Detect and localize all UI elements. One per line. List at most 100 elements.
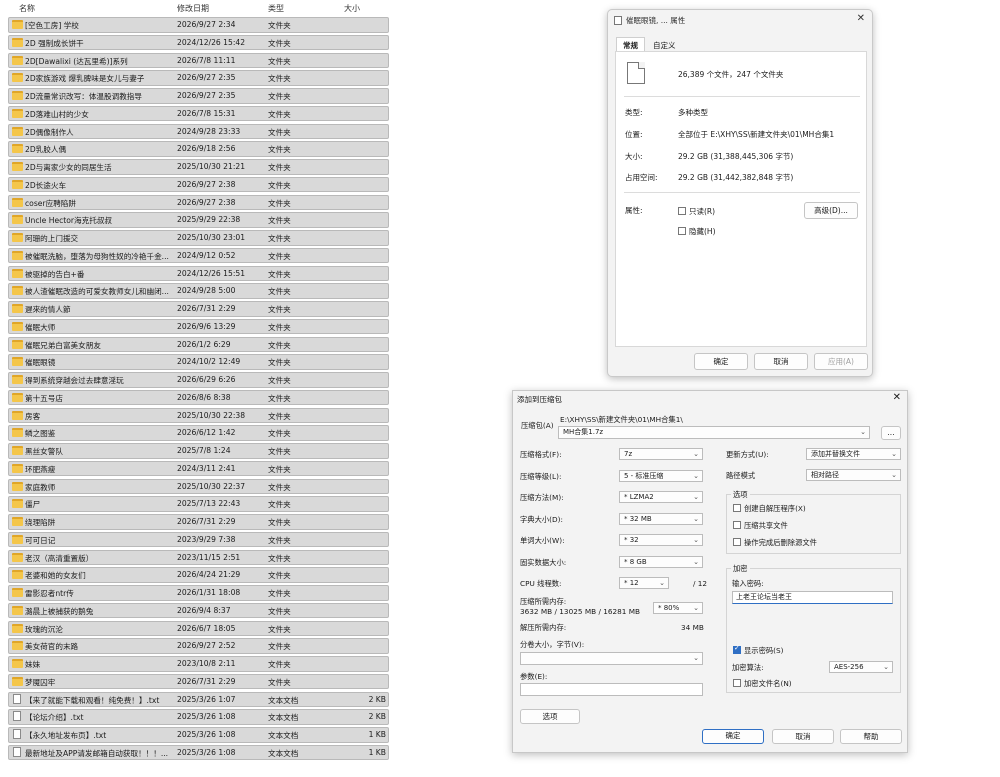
- split-volume-combobox[interactable]: ⌄: [520, 652, 703, 665]
- path-mode-select[interactable]: 相对路径 ⌄: [806, 469, 901, 481]
- folder-icon: [12, 659, 23, 668]
- file-row[interactable]: 潞晨上被捕获的鹅兔 2026/9/4 8:37 文件夹: [0, 602, 392, 620]
- file-name: 第十五号店: [25, 393, 63, 403]
- file-row[interactable]: 被驱掉的告白+番 2024/12/26 15:51 文件夹: [0, 265, 392, 283]
- file-type: 文件夹: [268, 251, 291, 261]
- word-size-select[interactable]: * 32 ⌄: [619, 534, 703, 546]
- file-row[interactable]: 被人渣催眠改造的可爱女教师女儿和幽闭... 2024/9/28 5:00 文件夹: [0, 282, 392, 300]
- create-sfx-checkbox[interactable]: 创建自解压程序(X): [733, 504, 806, 514]
- file-row[interactable]: 雷影忍者ntr传 2026/1/31 18:08 文件夹: [0, 584, 392, 602]
- readonly-checkbox[interactable]: 只读(R): [678, 206, 715, 217]
- level-select[interactable]: 5 - 标准压缩 ⌄: [619, 470, 703, 482]
- close-icon[interactable]: ✕: [857, 13, 865, 24]
- file-name: 潞晨上被捕获的鹅兔: [25, 606, 94, 616]
- file-row[interactable]: 美女荷官的末路 2026/9/27 2:52 文件夹: [0, 637, 392, 655]
- folder-icon: [12, 91, 23, 100]
- column-header-type[interactable]: 类型: [268, 3, 284, 14]
- file-row[interactable]: 阿珊的上门援交 2025/10/30 23:01 文件夹: [0, 229, 392, 247]
- method-select[interactable]: * LZMA2 ⌄: [619, 491, 703, 503]
- file-row[interactable]: coser应聘陷阱 2026/9/27 2:38 文件夹: [0, 194, 392, 212]
- file-row[interactable]: 【来了就能下载和观看！纯免费！】.txt 2025/3/26 1:07 文本文档 2 …: [0, 691, 392, 709]
- file-row[interactable]: 第十五号店 2026/8/6 8:38 文件夹: [0, 389, 392, 407]
- file-row[interactable]: 2D流量常识改写：体温股调教指导 2026/9/27 2:35 文件夹: [0, 87, 392, 105]
- file-row[interactable]: 2D乳胶人偶 2026/9/18 2:56 文件夹: [0, 140, 392, 158]
- file-row[interactable]: 催眠兄弟白富美女朋友 2026/1/2 6:29 文件夹: [0, 336, 392, 354]
- file-row[interactable]: 2D落难山村的少女 2026/7/8 15:31 文件夹: [0, 105, 392, 123]
- folder-icon: [12, 481, 23, 491]
- file-date: 2026/9/6 13:29: [177, 321, 236, 331]
- encryption-group-title: 加密: [731, 564, 750, 574]
- browse-button[interactable]: ...: [881, 426, 901, 440]
- file-row[interactable]: 鳞之图鉴 2026/6/12 1:42 文件夹: [0, 424, 392, 442]
- file-row[interactable]: 2D长途火车 2026/9/27 2:38 文件夹: [0, 176, 392, 194]
- file-row[interactable]: 梦魇囚牢 2026/7/31 2:29 文件夹: [0, 673, 392, 691]
- file-row[interactable]: Uncle Hector海克托叔叔 2025/9/29 22:38 文件夹: [0, 211, 392, 229]
- parameters-input[interactable]: [520, 683, 703, 696]
- folder-icon: [12, 463, 23, 473]
- solid-block-label: 固实数据大小:: [520, 558, 567, 567]
- advanced-button[interactable]: 高级(D)...: [804, 202, 858, 219]
- show-password-checkbox[interactable]: 显示密码(S): [733, 644, 784, 656]
- ok-button[interactable]: 确定: [702, 729, 764, 744]
- file-row[interactable]: 环肥燕瘦 2024/3/11 2:41 文件夹: [0, 460, 392, 478]
- update-mode-select[interactable]: 添加并替换文件 ⌄: [806, 448, 901, 460]
- dictionary-size-select[interactable]: * 32 MB ⌄: [619, 513, 703, 525]
- column-header-date[interactable]: 修改日期: [177, 3, 209, 14]
- help-button[interactable]: 帮助: [840, 729, 902, 744]
- file-row[interactable]: 最新地址及APP请发邮箱自动获取！！！... 2025/3/26 1:08 文本文档…: [0, 744, 392, 762]
- column-header-name[interactable]: 名称: [19, 3, 35, 14]
- file-name: 2D流量常识改写：体温股调教指导: [25, 92, 142, 101]
- folder-icon: [12, 375, 23, 384]
- file-row[interactable]: 2D偶像制作人 2024/9/28 23:33 文件夹: [0, 123, 392, 141]
- folder-icon: [12, 286, 23, 296]
- encryption-method-select[interactable]: AES-256 ⌄: [829, 661, 893, 673]
- cpu-threads-select[interactable]: * 12 ⌄: [619, 577, 669, 589]
- file-row[interactable]: 老婆和她的女友们 2026/4/24 21:29 文件夹: [0, 566, 392, 584]
- cancel-button[interactable]: 取消: [772, 729, 834, 744]
- file-row[interactable]: 【论坛介绍】.txt 2025/3/26 1:08 文本文档 2 KB: [0, 708, 392, 726]
- compress-shared-checkbox[interactable]: 压缩共享文件: [733, 521, 788, 531]
- file-row[interactable]: 2D家族游戏 爆乳脾味是女儿与妻子 2026/9/27 2:35 文件夹: [0, 69, 392, 87]
- text-file-icon: [13, 729, 21, 739]
- folder-icon: [12, 55, 23, 65]
- file-row[interactable]: 僵尸 2025/7/13 22:43 文件夹: [0, 495, 392, 513]
- file-row[interactable]: 可可日记 2023/9/29 7:38 文件夹: [0, 531, 392, 549]
- encrypt-names-checkbox[interactable]: 加密文件名(N): [733, 679, 792, 689]
- file-row[interactable]: 房客 2025/10/30 22:38 文件夹: [0, 407, 392, 425]
- archive-name-combobox[interactable]: MH合集1.7z ⌄: [558, 426, 870, 439]
- file-row[interactable]: 2D 强制成长饼干 2024/12/26 15:42 文件夹: [0, 34, 392, 52]
- file-row[interactable]: 催眠眼镜 2024/10/2 12:49 文件夹: [0, 353, 392, 371]
- file-type: 文件夹: [268, 393, 291, 403]
- file-row[interactable]: 遲來的情人節 2026/7/31 2:29 文件夹: [0, 300, 392, 318]
- file-row[interactable]: 被催眠洗脑，堕落为母狗性奴的冷艳千金... 2024/9/12 0:52 文件夹: [0, 247, 392, 265]
- cancel-button[interactable]: 取消: [754, 353, 808, 370]
- options-button[interactable]: 选项: [520, 709, 580, 724]
- file-row[interactable]: 2D[Dawalixi (达瓦里希)]系列 2026/7/8 11:11 文件夹: [0, 52, 392, 70]
- ok-button[interactable]: 确定: [694, 353, 748, 370]
- file-name: 僵尸: [25, 500, 41, 510]
- file-row[interactable]: [空色工房] 学校 2026/9/27 2:34 文件夹: [0, 16, 392, 34]
- memory-usage-select[interactable]: * 80% ⌄: [653, 602, 703, 614]
- file-row[interactable]: 【永久地址发布页】.txt 2025/3/26 1:08 文本文档 1 KB: [0, 726, 392, 744]
- file-row[interactable]: 玫瑰的沉沦 2026/6/7 18:05 文件夹: [0, 620, 392, 638]
- file-row[interactable]: 妹妹 2023/10/8 2:11 文件夹: [0, 655, 392, 673]
- file-row[interactable]: 得到系统穿越会过去肆意淫玩 2026/6/29 6:26 文件夹: [0, 371, 392, 389]
- solid-block-select[interactable]: * 8 GB ⌄: [619, 556, 703, 568]
- file-row[interactable]: 家庭教师 2025/10/30 22:37 文件夹: [0, 478, 392, 496]
- file-row[interactable]: 老汉（高清重置版） 2023/11/15 2:51 文件夹: [0, 549, 392, 567]
- column-header-size[interactable]: 大小: [344, 3, 360, 14]
- file-row[interactable]: 催眠大师 2026/9/6 13:29 文件夹: [0, 318, 392, 336]
- password-input[interactable]: 上老王论坛当老王: [732, 591, 893, 604]
- format-select[interactable]: 7z ⌄: [619, 448, 703, 460]
- delete-after-checkbox[interactable]: 操作完成后删除源文件: [733, 538, 817, 548]
- file-type: 文件夹: [268, 589, 291, 598]
- close-icon[interactable]: ✕: [893, 392, 901, 403]
- file-date: 2026/9/27 2:35: [177, 91, 236, 100]
- file-row[interactable]: 绕理陷阱 2026/7/31 2:29 文件夹: [0, 513, 392, 531]
- file-row[interactable]: 黑丝女警队 2025/7/8 1:24 文件夹: [0, 442, 392, 460]
- hidden-checkbox[interactable]: 隐藏(H): [678, 226, 716, 237]
- apply-button[interactable]: 应用(A): [814, 353, 868, 370]
- file-name: 被人渣催眠改造的可爱女教师女儿和幽闭...: [25, 287, 169, 297]
- folder-icon: [12, 676, 23, 686]
- file-row[interactable]: 2D与离家少女的同居生活 2025/10/30 21:21 文件夹: [0, 158, 392, 176]
